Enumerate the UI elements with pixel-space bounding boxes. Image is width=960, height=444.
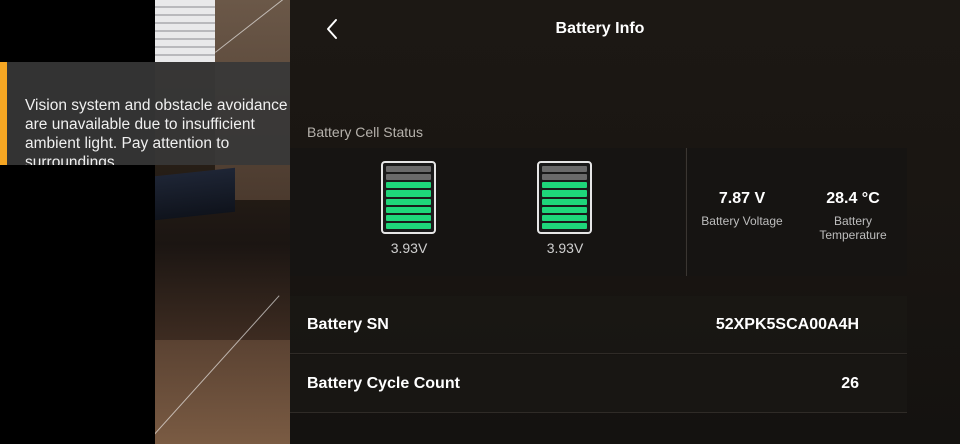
cell-segment — [386, 198, 431, 205]
cell-voltage: 3.93V — [390, 240, 428, 256]
camera-window-blinds — [155, 0, 215, 62]
cell-segment — [542, 166, 587, 173]
battery-sn-row: Battery SN 52XPK5SCA00A4H — [290, 296, 907, 353]
camera-floor — [155, 340, 290, 444]
cell-level-icon — [381, 161, 436, 234]
cell-status-label: Battery Cell Status — [307, 124, 423, 140]
cell-segment — [386, 206, 431, 213]
cell-segment — [542, 174, 587, 181]
cell-segment — [542, 190, 587, 197]
cell-segment — [542, 198, 587, 205]
cell-segment — [386, 222, 431, 229]
battery-sn-value: 52XPK5SCA00A4H — [715, 315, 859, 333]
cell-segment — [386, 190, 431, 197]
cycle-count-value: 26 — [841, 374, 859, 392]
cell-segment — [542, 214, 587, 221]
battery-cycle-count-row: Battery Cycle Count 26 — [290, 355, 907, 412]
cell-status-card: 3.93V 3.93V — [290, 148, 685, 276]
row-divider — [290, 353, 907, 354]
battery-temperature-value: 28.4 °C — [826, 190, 880, 207]
cell-segment — [386, 182, 431, 189]
battery-voltage-label: Battery Voltage — [701, 214, 783, 228]
battery-sn-label: Battery SN — [307, 315, 389, 333]
battery-temperature-stat: 28.4 °C Battery Temperature — [805, 190, 901, 242]
battery-voltage-value: 7.87 V — [718, 190, 766, 207]
cell-segment — [542, 182, 587, 189]
battery-info-panel: Battery Info Battery Cell Status 3.93V 3… — [290, 0, 960, 444]
warning-message: Vision system and obstacle avoidance are… — [25, 97, 288, 165]
battery-cell-2: 3.93V — [537, 161, 593, 256]
cell-segment — [386, 166, 431, 173]
cell-segment — [542, 206, 587, 213]
cycle-count-label: Battery Cycle Count — [307, 374, 460, 392]
obstacle-warning-toast[interactable]: Vision system and obstacle avoidance are… — [0, 62, 290, 165]
cell-voltage: 3.93V — [546, 240, 584, 256]
battery-temperature-label: Battery Temperature — [819, 214, 887, 242]
battery-cell-1: 3.93V — [381, 161, 437, 256]
page-title: Battery Info — [555, 20, 645, 37]
battery-stats-card: 7.87 V Battery Voltage 28.4 °C Battery T… — [686, 148, 907, 276]
cell-level-icon — [537, 161, 592, 234]
camera-laptop — [155, 167, 235, 221]
cell-segment — [386, 174, 431, 181]
cell-segment — [386, 214, 431, 221]
cell-segment — [542, 222, 587, 229]
row-divider — [290, 412, 907, 413]
battery-voltage-stat: 7.87 V Battery Voltage — [699, 190, 785, 228]
